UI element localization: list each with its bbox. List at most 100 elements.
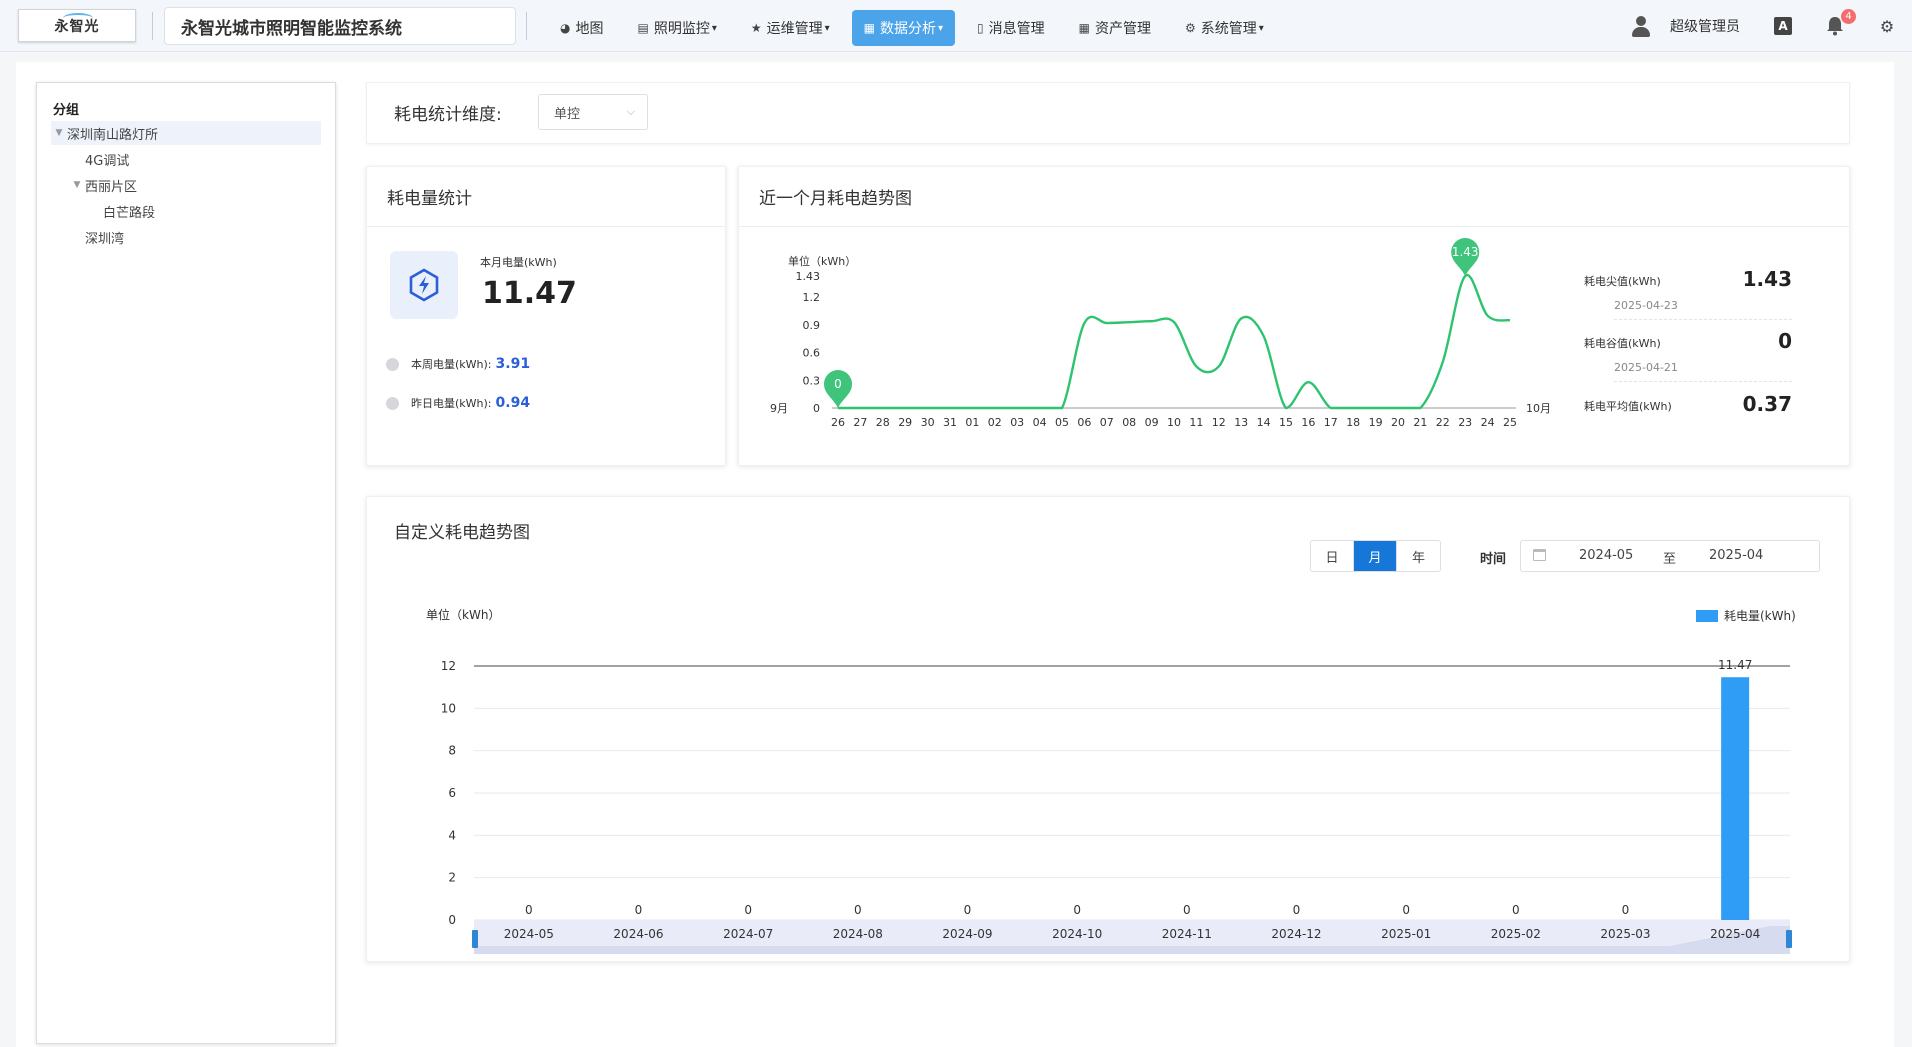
period-option[interactable]: 年 — [1397, 541, 1440, 571]
x-tick-label: 2024-07 — [723, 927, 773, 941]
divider — [1614, 381, 1792, 382]
x-tick-label: 30 — [921, 416, 935, 429]
dot-icon — [386, 357, 399, 371]
bar-value-label: 0 — [525, 903, 533, 917]
dimension-select-value: 单控 — [554, 106, 581, 122]
user-area: 超级管理员 A 4 ⚙ — [1630, 0, 1912, 52]
dimension-label: 耗电统计维度: — [394, 105, 502, 125]
y-tick-label: 2 — [448, 871, 456, 885]
y-tick-label: 1.43 — [796, 270, 821, 283]
x-tick-label: 08 — [1122, 416, 1136, 429]
zoom-handle-left[interactable] — [472, 930, 478, 948]
x-tick-label: 2025-04 — [1710, 927, 1760, 941]
bar[interactable] — [1721, 677, 1750, 920]
table-icon: ▦ — [1078, 21, 1090, 35]
caret-down-icon[interactable]: ▼ — [51, 128, 67, 138]
tree-node-label: 深圳湾 — [85, 231, 125, 247]
x-tick-label: 18 — [1346, 416, 1360, 429]
x-tick-label: 11 — [1189, 416, 1203, 429]
x-tick-label: 2025-03 — [1600, 927, 1650, 941]
tree-node[interactable]: 深圳湾 — [51, 225, 321, 249]
x-tick-label: 2024-11 — [1162, 927, 1212, 941]
nav-item[interactable]: ⚙ 系统管理 ▾ — [1173, 10, 1276, 46]
tree-node[interactable]: 4G调试 — [51, 147, 321, 171]
settings-button[interactable]: ⚙ — [1876, 15, 1898, 37]
x-tick-label: 2025-01 — [1381, 927, 1431, 941]
translate-icon: A — [1774, 17, 1792, 35]
zoom-handle-right[interactable] — [1786, 930, 1792, 948]
x-start-marker: 9月 — [770, 402, 788, 415]
tree-node-label: 白芒路段 — [103, 205, 156, 221]
gear-icon: ⚙ — [1879, 16, 1895, 36]
nav-item[interactable]: ▦ 资产管理 — [1067, 10, 1163, 46]
language-button[interactable]: A — [1772, 15, 1794, 37]
x-tick-label: 14 — [1257, 416, 1271, 429]
time-label: 时间 — [1480, 552, 1507, 567]
legend-swatch[interactable] — [1696, 610, 1718, 622]
x-tick-label: 27 — [853, 416, 867, 429]
week-energy-value: 3.91 — [495, 356, 531, 372]
week-energy-row: 本周电量(kWh): 3.91 — [386, 354, 530, 374]
y-tick-label: 0.6 — [803, 347, 821, 360]
lightning-icon — [409, 268, 439, 302]
x-tick-label: 19 — [1369, 416, 1383, 429]
x-tick-label: 16 — [1301, 416, 1315, 429]
x-tick-label: 10 — [1167, 416, 1181, 429]
y-tick-label: 10 — [441, 701, 456, 715]
peak-date: 2025-04-23 — [1614, 299, 1678, 312]
x-tick-label: 25 — [1503, 416, 1517, 429]
tree-node[interactable]: ▼ 西丽片区 — [51, 173, 321, 197]
divider — [526, 12, 527, 40]
peak-value: 1.43 — [1742, 267, 1792, 291]
x-tick-label: 2024-10 — [1052, 927, 1102, 941]
x-tick-label: 23 — [1458, 416, 1472, 429]
dot-icon — [386, 396, 399, 410]
y-tick-label: 0 — [813, 402, 820, 415]
valley-label: 耗电谷值(kWh) — [1584, 337, 1661, 350]
range-separator: 至 — [1663, 552, 1677, 567]
notification-badge: 4 — [1841, 9, 1856, 24]
legend-label[interactable]: 耗电量(kWh) — [1724, 609, 1796, 623]
caret-down-icon[interactable]: ▼ — [69, 180, 85, 190]
energy-icon-box — [390, 251, 458, 319]
x-tick-label: 20 — [1391, 416, 1405, 429]
nav-item[interactable]: ▤ 照明监控 ▾ — [625, 10, 728, 46]
caret-down-icon: ▾ — [1258, 22, 1264, 34]
tree-node[interactable]: ▼ 深圳南山路灯所 — [51, 121, 321, 145]
x-tick-label: 05 — [1055, 416, 1069, 429]
dimension-select[interactable]: 单控 ⌵ — [538, 94, 648, 130]
period-option[interactable]: 日 — [1311, 541, 1354, 571]
user-avatar-icon[interactable] — [1630, 15, 1652, 37]
dashboard-icon: ◕ — [560, 21, 571, 35]
x-tick-label: 2024-09 — [942, 927, 992, 941]
marker-label: 0 — [834, 377, 842, 391]
bar-value-label: 11.47 — [1718, 658, 1752, 672]
x-tick-label: 26 — [831, 416, 845, 429]
tree-node[interactable]: 白芒路段 — [51, 199, 321, 223]
nav-item[interactable]: ◕ 地图 — [548, 10, 615, 46]
valley-date: 2025-04-21 — [1614, 361, 1678, 374]
week-energy-label: 本周电量(kWh): — [411, 358, 492, 371]
nav-item[interactable]: ▦ 数据分析 ▾ — [851, 10, 956, 46]
divider — [152, 12, 153, 40]
message-icon: ▯ — [977, 21, 984, 35]
date-range-picker[interactable]: 2024-05 至 2025-04 — [1520, 540, 1820, 572]
bar-value-label: 0 — [744, 903, 752, 917]
logo[interactable]: 永智光 — [18, 9, 136, 42]
sidebar-title: 分组 — [53, 103, 80, 118]
y-tick-label: 6 — [448, 786, 456, 800]
x-tick-label: 02 — [988, 416, 1002, 429]
nav-item-label: 资产管理 — [1094, 21, 1151, 37]
nav-item[interactable]: ▯ 消息管理 — [965, 10, 1057, 46]
yesterday-energy-row: 昨日电量(kWh): 0.94 — [386, 393, 530, 413]
notification-button[interactable]: 4 — [1824, 9, 1856, 37]
tree-node-label: 深圳南山路灯所 — [67, 127, 159, 143]
x-end-marker: 10月 — [1526, 402, 1551, 415]
nav-item[interactable]: ★ 运维管理 ▾ — [739, 10, 842, 46]
x-tick-label: 2024-05 — [504, 927, 554, 941]
x-tick-label: 04 — [1033, 416, 1047, 429]
user-name[interactable]: 超级管理员 — [1670, 16, 1740, 36]
period-option[interactable]: 月 — [1354, 541, 1397, 571]
month-energy-label: 本月电量(kWh) — [480, 256, 557, 269]
nav-item-label: 消息管理 — [988, 21, 1045, 37]
